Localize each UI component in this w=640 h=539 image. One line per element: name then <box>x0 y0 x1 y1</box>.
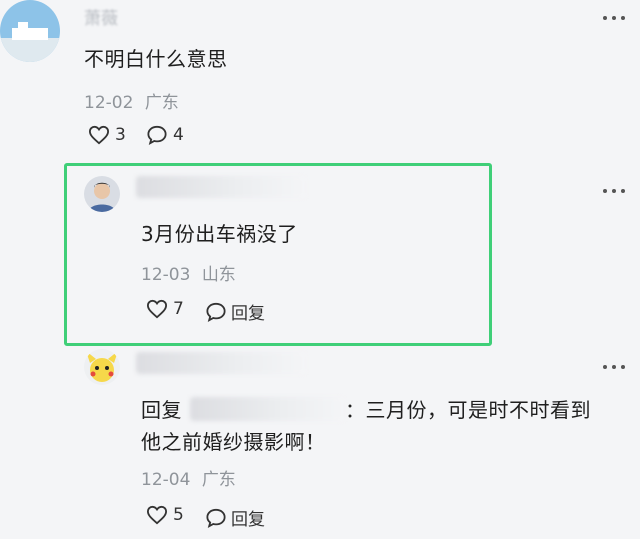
heart-icon <box>146 299 168 319</box>
reply-label: 回复 <box>231 304 265 324</box>
avatar-image <box>0 0 60 62</box>
reply-count: 4 <box>173 125 184 145</box>
comment-meta-1: 12-02 广东 <box>84 88 179 113</box>
reply-count-button-1[interactable]: 4 <box>146 125 184 145</box>
avatar-image <box>84 349 120 385</box>
comment-icon <box>206 508 226 528</box>
comment-meta-2: 12-03 山东 <box>141 260 236 285</box>
like-button-1[interactable]: 3 <box>88 125 126 145</box>
reply-text-1: ：三月份，可是时不时看到 <box>345 398 591 422</box>
like-count: 5 <box>173 505 184 525</box>
more-icon[interactable] <box>603 16 625 22</box>
mentioned-user-blurred[interactable] <box>190 396 345 421</box>
comment-text-2: 3月份出车祸没了 <box>141 222 298 246</box>
like-button-3[interactable]: 5 <box>146 505 184 525</box>
like-button-2[interactable]: 7 <box>146 299 184 319</box>
comment-date: 12-04 <box>141 470 191 490</box>
reply-button-2[interactable]: 回复 <box>205 299 265 324</box>
more-icon[interactable] <box>603 189 625 195</box>
username-3-blurred[interactable] <box>136 352 306 374</box>
avatar-user-3[interactable] <box>84 349 120 385</box>
comment-date: 12-02 <box>84 93 134 113</box>
avatar-image <box>84 176 120 212</box>
username-1[interactable]: 萧薇 <box>84 4 118 29</box>
comment-meta-3: 12-04 广东 <box>141 465 236 490</box>
comment-date: 12-03 <box>141 265 191 285</box>
heart-icon <box>88 125 110 145</box>
comment-text-1: 不明白什么意思 <box>84 47 228 71</box>
reply-text-line-1: 回复 ：三月份，可是时不时看到 <box>141 394 591 423</box>
reply-text-line-2: 他之前婚纱摄影啊！ <box>141 430 326 454</box>
reply-label: 回复 <box>231 510 265 530</box>
reply-button-3[interactable]: 回复 <box>205 505 265 530</box>
username-2-blurred[interactable] <box>136 176 306 198</box>
avatar-user-1[interactable] <box>0 0 60 62</box>
comment-location: 广东 <box>144 93 179 113</box>
heart-icon <box>146 505 168 525</box>
more-icon[interactable] <box>603 365 625 371</box>
like-count: 3 <box>115 125 126 145</box>
comment-location: 山东 <box>201 265 236 285</box>
comment-icon <box>147 125 167 145</box>
avatar-user-2[interactable] <box>84 176 120 212</box>
comment-location: 广东 <box>201 470 236 490</box>
like-count: 7 <box>173 299 184 319</box>
comment-icon <box>206 302 226 322</box>
reply-prefix: 回复 <box>141 398 182 422</box>
